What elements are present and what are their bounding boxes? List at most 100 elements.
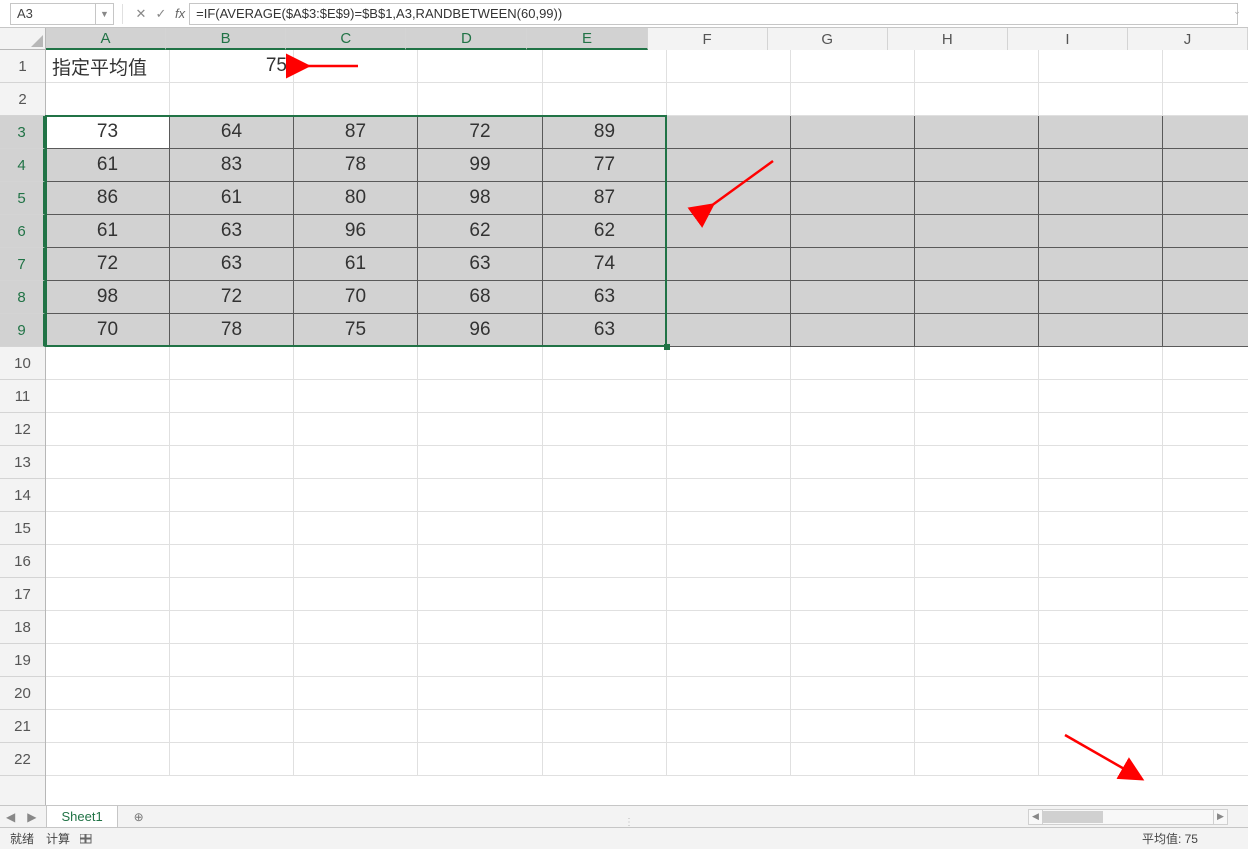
cell-I6[interactable]: [1039, 215, 1163, 248]
row-header-11[interactable]: 11: [0, 380, 45, 413]
cell-H14[interactable]: [915, 479, 1039, 512]
cell-F14[interactable]: [667, 479, 791, 512]
cell-A17[interactable]: [46, 578, 170, 611]
cell-D3[interactable]: 72: [418, 116, 543, 149]
cell-B20[interactable]: [170, 677, 294, 710]
cell-E11[interactable]: [543, 380, 667, 413]
cell-F10[interactable]: [667, 347, 791, 380]
cell-I22[interactable]: [1039, 743, 1163, 776]
cell-B4[interactable]: 83: [170, 149, 294, 182]
cell-J6[interactable]: [1163, 215, 1248, 248]
cell-G13[interactable]: [791, 446, 915, 479]
cell-B7[interactable]: 63: [170, 248, 294, 281]
cell-C2[interactable]: [294, 83, 418, 116]
cell-B10[interactable]: [170, 347, 294, 380]
cell-I17[interactable]: [1039, 578, 1163, 611]
cell-G15[interactable]: [791, 512, 915, 545]
row-header-12[interactable]: 12: [0, 413, 45, 446]
cell-I2[interactable]: [1039, 83, 1163, 116]
cell-J12[interactable]: [1163, 413, 1248, 446]
col-header-A[interactable]: A: [46, 28, 166, 50]
select-all-corner[interactable]: [0, 28, 46, 50]
col-header-C[interactable]: C: [286, 28, 406, 50]
cell-H20[interactable]: [915, 677, 1039, 710]
cell-H10[interactable]: [915, 347, 1039, 380]
cell-E12[interactable]: [543, 413, 667, 446]
cell-G7[interactable]: [791, 248, 915, 281]
cell-E4[interactable]: 77: [543, 149, 667, 182]
row-header-15[interactable]: 15: [0, 512, 45, 545]
cell-E3[interactable]: 89: [543, 116, 667, 149]
cell-J17[interactable]: [1163, 578, 1248, 611]
cell-A4[interactable]: 61: [46, 149, 170, 182]
cells-container[interactable]: 指定平均值75736487728961837899778661809887616…: [46, 50, 1248, 805]
cell-J19[interactable]: [1163, 644, 1248, 677]
cell-B14[interactable]: [170, 479, 294, 512]
col-header-G[interactable]: G: [768, 28, 888, 50]
cell-G12[interactable]: [791, 413, 915, 446]
cell-D19[interactable]: [418, 644, 543, 677]
cell-A5[interactable]: 86: [46, 182, 170, 215]
cell-J2[interactable]: [1163, 83, 1248, 116]
row-header-6[interactable]: 6: [0, 215, 45, 248]
cell-D16[interactable]: [418, 545, 543, 578]
cell-A10[interactable]: [46, 347, 170, 380]
cell-F7[interactable]: [667, 248, 791, 281]
cell-D14[interactable]: [418, 479, 543, 512]
cell-D18[interactable]: [418, 611, 543, 644]
cell-F11[interactable]: [667, 380, 791, 413]
cell-B9[interactable]: 78: [170, 314, 294, 347]
cell-C9[interactable]: 75: [294, 314, 418, 347]
cell-F6[interactable]: [667, 215, 791, 248]
cell-C12[interactable]: [294, 413, 418, 446]
cell-H19[interactable]: [915, 644, 1039, 677]
cell-J14[interactable]: [1163, 479, 1248, 512]
cell-J11[interactable]: [1163, 380, 1248, 413]
cell-B5[interactable]: 61: [170, 182, 294, 215]
cancel-icon[interactable]: ✕: [131, 4, 151, 24]
cell-I3[interactable]: [1039, 116, 1163, 149]
cell-B16[interactable]: [170, 545, 294, 578]
formula-input[interactable]: =IF(AVERAGE($A$3:$E$9)=$B$1,A3,RANDBETWE…: [189, 3, 1238, 25]
sheet-tab-active[interactable]: Sheet1: [46, 806, 117, 828]
cell-E1[interactable]: [543, 50, 667, 83]
cell-I7[interactable]: [1039, 248, 1163, 281]
scroll-right-icon[interactable]: ▶: [1213, 810, 1227, 824]
cell-C13[interactable]: [294, 446, 418, 479]
cell-I16[interactable]: [1039, 545, 1163, 578]
cell-I21[interactable]: [1039, 710, 1163, 743]
cell-C4[interactable]: 78: [294, 149, 418, 182]
cell-E7[interactable]: 74: [543, 248, 667, 281]
cell-G8[interactable]: [791, 281, 915, 314]
cell-G19[interactable]: [791, 644, 915, 677]
cell-I15[interactable]: [1039, 512, 1163, 545]
row-header-19[interactable]: 19: [0, 644, 45, 677]
cell-J20[interactable]: [1163, 677, 1248, 710]
cell-J21[interactable]: [1163, 710, 1248, 743]
row-header-20[interactable]: 20: [0, 677, 45, 710]
cell-H15[interactable]: [915, 512, 1039, 545]
row-header-16[interactable]: 16: [0, 545, 45, 578]
cell-G4[interactable]: [791, 149, 915, 182]
cell-J8[interactable]: [1163, 281, 1248, 314]
cell-F16[interactable]: [667, 545, 791, 578]
calc-options-icon[interactable]: [80, 834, 92, 844]
row-header-4[interactable]: 4: [0, 149, 45, 182]
cell-J3[interactable]: [1163, 116, 1248, 149]
cell-E17[interactable]: [543, 578, 667, 611]
cell-E2[interactable]: [543, 83, 667, 116]
cell-A15[interactable]: [46, 512, 170, 545]
cell-J4[interactable]: [1163, 149, 1248, 182]
cell-J22[interactable]: [1163, 743, 1248, 776]
cell-F4[interactable]: [667, 149, 791, 182]
cell-C8[interactable]: 70: [294, 281, 418, 314]
cell-E8[interactable]: 63: [543, 281, 667, 314]
cell-I18[interactable]: [1039, 611, 1163, 644]
cell-E14[interactable]: [543, 479, 667, 512]
cell-C20[interactable]: [294, 677, 418, 710]
row-header-10[interactable]: 10: [0, 347, 45, 380]
cell-A8[interactable]: 98: [46, 281, 170, 314]
cell-F15[interactable]: [667, 512, 791, 545]
cell-B19[interactable]: [170, 644, 294, 677]
scroll-left-icon[interactable]: ◀: [1029, 810, 1043, 824]
